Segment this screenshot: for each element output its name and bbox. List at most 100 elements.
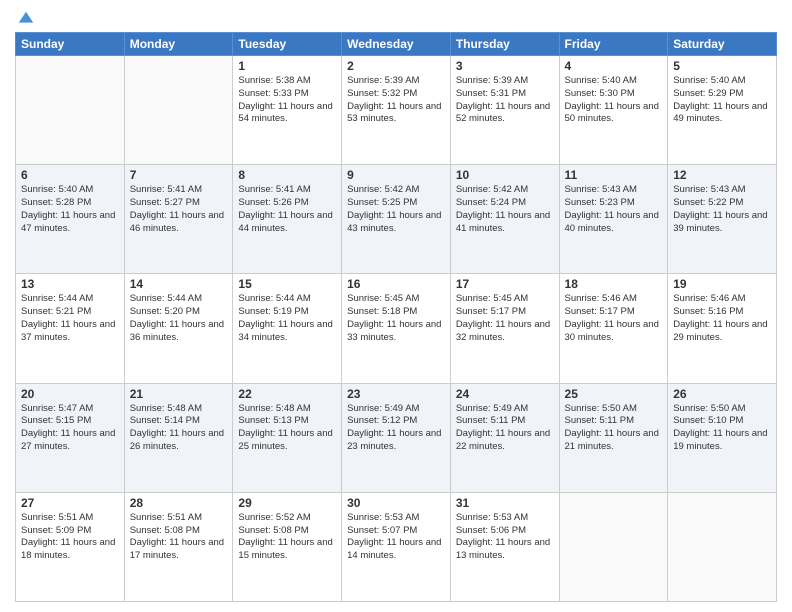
calendar-cell: 14 Sunrise: 5:44 AM Sunset: 5:20 PM Dayli… bbox=[124, 274, 233, 383]
calendar-week-5: 27 Sunrise: 5:51 AM Sunset: 5:09 PM Dayli… bbox=[16, 492, 777, 601]
cell-info: Sunrise: 5:41 AM Sunset: 5:26 PM Dayligh… bbox=[238, 184, 336, 235]
day-number: 3 bbox=[456, 59, 554, 73]
calendar-cell: 28 Sunrise: 5:51 AM Sunset: 5:08 PM Dayli… bbox=[124, 492, 233, 601]
calendar-cell: 24 Sunrise: 5:49 AM Sunset: 5:11 PM Dayli… bbox=[450, 383, 559, 492]
calendar-cell: 15 Sunrise: 5:44 AM Sunset: 5:19 PM Dayli… bbox=[233, 274, 342, 383]
day-number: 12 bbox=[673, 168, 771, 182]
day-number: 23 bbox=[347, 387, 445, 401]
day-number: 9 bbox=[347, 168, 445, 182]
logo-icon bbox=[17, 10, 35, 28]
calendar-cell: 31Sunrise: 5:53 AM Sunset: 5:06 PM Dayli… bbox=[450, 492, 559, 601]
day-number: 20 bbox=[21, 387, 119, 401]
cell-info: Sunrise: 5:48 AM Sunset: 5:13 PM Dayligh… bbox=[238, 403, 336, 454]
calendar-cell: 5Sunrise: 5:40 AM Sunset: 5:29 PM Daylig… bbox=[668, 56, 777, 165]
cell-info: Sunrise: 5:46 AM Sunset: 5:17 PM Dayligh… bbox=[565, 293, 663, 344]
cell-info: Sunrise: 5:49 AM Sunset: 5:11 PM Dayligh… bbox=[456, 403, 554, 454]
cell-info: Sunrise: 5:46 AM Sunset: 5:16 PM Dayligh… bbox=[673, 293, 771, 344]
day-number: 18 bbox=[565, 277, 663, 291]
day-number: 25 bbox=[565, 387, 663, 401]
weekday-header-monday: Monday bbox=[124, 33, 233, 56]
calendar-cell bbox=[668, 492, 777, 601]
cell-info: Sunrise: 5:49 AM Sunset: 5:12 PM Dayligh… bbox=[347, 403, 445, 454]
weekday-header-row: SundayMondayTuesdayWednesdayThursdayFrid… bbox=[16, 33, 777, 56]
cell-info: Sunrise: 5:42 AM Sunset: 5:24 PM Dayligh… bbox=[456, 184, 554, 235]
cell-info: Sunrise: 5:39 AM Sunset: 5:32 PM Dayligh… bbox=[347, 75, 445, 126]
calendar-week-2: 6Sunrise: 5:40 AM Sunset: 5:28 PM Daylig… bbox=[16, 165, 777, 274]
day-number: 13 bbox=[21, 277, 119, 291]
calendar-cell: 21 Sunrise: 5:48 AM Sunset: 5:14 PM Dayli… bbox=[124, 383, 233, 492]
calendar-cell: 20 Sunrise: 5:47 AM Sunset: 5:15 PM Dayli… bbox=[16, 383, 125, 492]
calendar-cell: 10Sunrise: 5:42 AM Sunset: 5:24 PM Dayli… bbox=[450, 165, 559, 274]
cell-info: Sunrise: 5:48 AM Sunset: 5:14 PM Dayligh… bbox=[130, 403, 228, 454]
calendar-cell: 16 Sunrise: 5:45 AM Sunset: 5:18 PM Dayli… bbox=[342, 274, 451, 383]
cell-info: Sunrise: 5:41 AM Sunset: 5:27 PM Dayligh… bbox=[130, 184, 228, 235]
cell-info: Sunrise: 5:53 AM Sunset: 5:07 PM Dayligh… bbox=[347, 512, 445, 563]
day-number: 17 bbox=[456, 277, 554, 291]
cell-info: Sunrise: 5:43 AM Sunset: 5:22 PM Dayligh… bbox=[673, 184, 771, 235]
calendar-week-1: 1Sunrise: 5:38 AM Sunset: 5:33 PM Daylig… bbox=[16, 56, 777, 165]
calendar-cell bbox=[16, 56, 125, 165]
calendar-cell: 13 Sunrise: 5:44 AM Sunset: 5:21 PM Dayli… bbox=[16, 274, 125, 383]
cell-info: Sunrise: 5:45 AM Sunset: 5:17 PM Dayligh… bbox=[456, 293, 554, 344]
calendar-cell: 22 Sunrise: 5:48 AM Sunset: 5:13 PM Dayli… bbox=[233, 383, 342, 492]
calendar-cell: 17 Sunrise: 5:45 AM Sunset: 5:17 PM Dayli… bbox=[450, 274, 559, 383]
calendar-cell: 8Sunrise: 5:41 AM Sunset: 5:26 PM Daylig… bbox=[233, 165, 342, 274]
weekday-header-thursday: Thursday bbox=[450, 33, 559, 56]
day-number: 1 bbox=[238, 59, 336, 73]
cell-info: Sunrise: 5:51 AM Sunset: 5:08 PM Dayligh… bbox=[130, 512, 228, 563]
cell-info: Sunrise: 5:39 AM Sunset: 5:31 PM Dayligh… bbox=[456, 75, 554, 126]
day-number: 15 bbox=[238, 277, 336, 291]
calendar-page: SundayMondayTuesdayWednesdayThursdayFrid… bbox=[0, 0, 792, 612]
calendar-cell: 4 Sunrise: 5:40 AM Sunset: 5:30 PM Daylig… bbox=[559, 56, 668, 165]
weekday-header-saturday: Saturday bbox=[668, 33, 777, 56]
cell-info: Sunrise: 5:50 AM Sunset: 5:10 PM Dayligh… bbox=[673, 403, 771, 454]
calendar-cell: 2 Sunrise: 5:39 AM Sunset: 5:32 PM Daylig… bbox=[342, 56, 451, 165]
calendar-cell: 18 Sunrise: 5:46 AM Sunset: 5:17 PM Dayli… bbox=[559, 274, 668, 383]
cell-info: Sunrise: 5:40 AM Sunset: 5:29 PM Dayligh… bbox=[673, 75, 771, 126]
cell-info: Sunrise: 5:50 AM Sunset: 5:11 PM Dayligh… bbox=[565, 403, 663, 454]
calendar-cell bbox=[559, 492, 668, 601]
day-number: 4 bbox=[565, 59, 663, 73]
weekday-header-friday: Friday bbox=[559, 33, 668, 56]
day-number: 7 bbox=[130, 168, 228, 182]
weekday-header-tuesday: Tuesday bbox=[233, 33, 342, 56]
cell-info: Sunrise: 5:43 AM Sunset: 5:23 PM Dayligh… bbox=[565, 184, 663, 235]
day-number: 14 bbox=[130, 277, 228, 291]
calendar-cell bbox=[124, 56, 233, 165]
calendar-table: SundayMondayTuesdayWednesdayThursdayFrid… bbox=[15, 32, 777, 602]
cell-info: Sunrise: 5:44 AM Sunset: 5:21 PM Dayligh… bbox=[21, 293, 119, 344]
day-number: 27 bbox=[21, 496, 119, 510]
calendar-cell: 23 Sunrise: 5:49 AM Sunset: 5:12 PM Dayli… bbox=[342, 383, 451, 492]
cell-info: Sunrise: 5:47 AM Sunset: 5:15 PM Dayligh… bbox=[21, 403, 119, 454]
calendar-cell: 6Sunrise: 5:40 AM Sunset: 5:28 PM Daylig… bbox=[16, 165, 125, 274]
day-number: 28 bbox=[130, 496, 228, 510]
cell-info: Sunrise: 5:44 AM Sunset: 5:19 PM Dayligh… bbox=[238, 293, 336, 344]
day-number: 31 bbox=[456, 496, 554, 510]
day-number: 24 bbox=[456, 387, 554, 401]
day-number: 6 bbox=[21, 168, 119, 182]
calendar-cell: 26 Sunrise: 5:50 AM Sunset: 5:10 PM Dayli… bbox=[668, 383, 777, 492]
cell-info: Sunrise: 5:52 AM Sunset: 5:08 PM Dayligh… bbox=[238, 512, 336, 563]
day-number: 21 bbox=[130, 387, 228, 401]
weekday-header-wednesday: Wednesday bbox=[342, 33, 451, 56]
day-number: 29 bbox=[238, 496, 336, 510]
calendar-week-4: 20 Sunrise: 5:47 AM Sunset: 5:15 PM Dayli… bbox=[16, 383, 777, 492]
day-number: 2 bbox=[347, 59, 445, 73]
calendar-cell: 11Sunrise: 5:43 AM Sunset: 5:23 PM Dayli… bbox=[559, 165, 668, 274]
calendar-cell: 1Sunrise: 5:38 AM Sunset: 5:33 PM Daylig… bbox=[233, 56, 342, 165]
cell-info: Sunrise: 5:44 AM Sunset: 5:20 PM Dayligh… bbox=[130, 293, 228, 344]
day-number: 16 bbox=[347, 277, 445, 291]
calendar-cell: 27 Sunrise: 5:51 AM Sunset: 5:09 PM Dayli… bbox=[16, 492, 125, 601]
calendar-cell: 30Sunrise: 5:53 AM Sunset: 5:07 PM Dayli… bbox=[342, 492, 451, 601]
day-number: 19 bbox=[673, 277, 771, 291]
calendar-cell: 3 Sunrise: 5:39 AM Sunset: 5:31 PM Daylig… bbox=[450, 56, 559, 165]
cell-info: Sunrise: 5:40 AM Sunset: 5:30 PM Dayligh… bbox=[565, 75, 663, 126]
calendar-cell: 7 Sunrise: 5:41 AM Sunset: 5:27 PM Daylig… bbox=[124, 165, 233, 274]
day-number: 22 bbox=[238, 387, 336, 401]
header bbox=[15, 10, 777, 24]
day-number: 26 bbox=[673, 387, 771, 401]
cell-info: Sunrise: 5:51 AM Sunset: 5:09 PM Dayligh… bbox=[21, 512, 119, 563]
calendar-cell: 25 Sunrise: 5:50 AM Sunset: 5:11 PM Dayli… bbox=[559, 383, 668, 492]
cell-info: Sunrise: 5:45 AM Sunset: 5:18 PM Dayligh… bbox=[347, 293, 445, 344]
calendar-cell: 9Sunrise: 5:42 AM Sunset: 5:25 PM Daylig… bbox=[342, 165, 451, 274]
